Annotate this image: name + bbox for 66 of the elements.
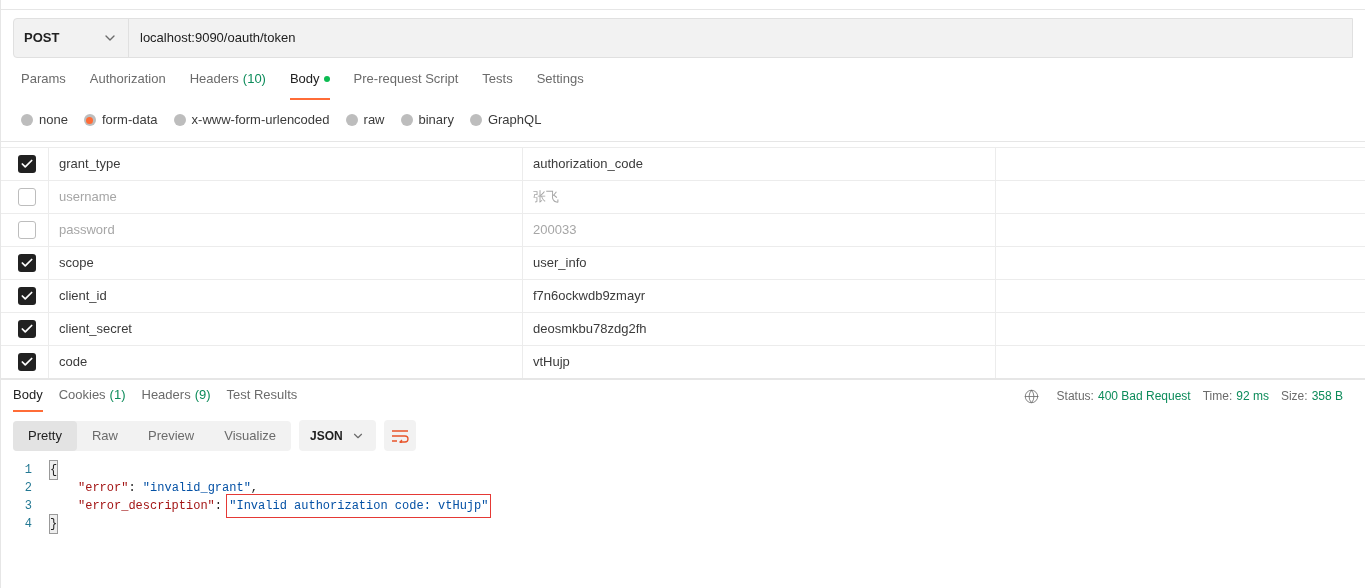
tab[interactable]: Authorization [89,60,166,100]
format-dropdown[interactable]: JSON [299,420,376,451]
checkbox[interactable] [17,254,36,272]
tab[interactable]: Cookies (1) [58,380,126,412]
status-value: 358 B [1311,388,1343,405]
json-punctuation: { [49,460,59,480]
checkbox[interactable] [17,353,36,371]
status-label: Status: [1056,388,1094,405]
json-punctuation: } [49,514,59,534]
value-cell[interactable]: user_info [523,247,996,279]
tab[interactable]: Settings [536,60,584,100]
checkbox[interactable] [17,188,36,206]
check-icon [19,355,34,369]
key-cell[interactable]: code [49,346,523,378]
view-tab[interactable]: Preview [133,420,210,451]
json-string: "Invalid authorization code: vtHujp" [229,497,489,515]
tab[interactable]: Tests [482,60,513,100]
wrap-lines-icon [390,428,409,443]
json-key: "error" [78,479,129,497]
status-value: 400 Bad Request [1097,388,1191,405]
view-tab[interactable]: Raw [76,420,133,451]
key-cell[interactable]: scope [49,247,523,279]
view-tab[interactable]: Visualize [209,420,292,451]
tab[interactable]: Headers (9) [141,380,211,412]
line-number: 4 [23,516,33,533]
status-label: Time: [1202,388,1233,405]
status-label: Size: [1280,388,1308,405]
radio-option[interactable]: raw [345,110,385,130]
tab[interactable]: Pre-request Script [353,60,459,100]
view-tab[interactable]: Pretty [13,420,77,451]
radio-option[interactable]: x-www-form-urlencoded [173,110,330,130]
line-number: 3 [23,498,33,515]
tab[interactable]: Params [21,60,66,100]
radio-option[interactable]: none [21,110,68,130]
check-icon [19,289,34,303]
value-cell[interactable]: authorization_code [523,148,996,180]
json-string: "invalid_grant" [142,480,251,497]
radio-option[interactable]: form-data [83,110,158,130]
check-icon [19,157,34,171]
value-cell[interactable]: f7n6ockwdb9zmayr [523,280,996,312]
tab[interactable]: Headers (10) [189,60,266,100]
wrap-button[interactable] [383,420,416,451]
radio-option[interactable]: binary [400,110,454,130]
value-cell[interactable]: vtHujp [523,346,996,378]
key-cell[interactable]: grant_type [49,148,523,180]
status-value: 92 ms [1236,388,1269,405]
tab[interactable]: Body [13,380,43,412]
checkbox[interactable] [17,155,36,173]
radio-option[interactable]: GraphQL [469,110,542,130]
line-number: 1 [23,462,33,479]
line-number: 2 [23,480,33,497]
globe-icon[interactable] [1023,388,1039,404]
checkbox[interactable] [17,287,36,305]
tab[interactable]: Test Results [226,380,298,412]
json-key: "error_description" [78,497,215,515]
key-cell[interactable]: client_id [49,280,523,312]
tab[interactable]: Body [289,60,330,100]
value-cell[interactable]: deosmkbu78zdg2fh [523,313,996,345]
json-punctuation: , [250,480,259,497]
check-icon [19,322,34,336]
json-punctuation: : [128,480,137,497]
check-icon [19,256,34,270]
json-punctuation: : [214,498,224,515]
checkbox[interactable] [17,221,36,239]
key-cell[interactable]: client_secret [49,313,523,345]
checkbox[interactable] [17,320,36,338]
